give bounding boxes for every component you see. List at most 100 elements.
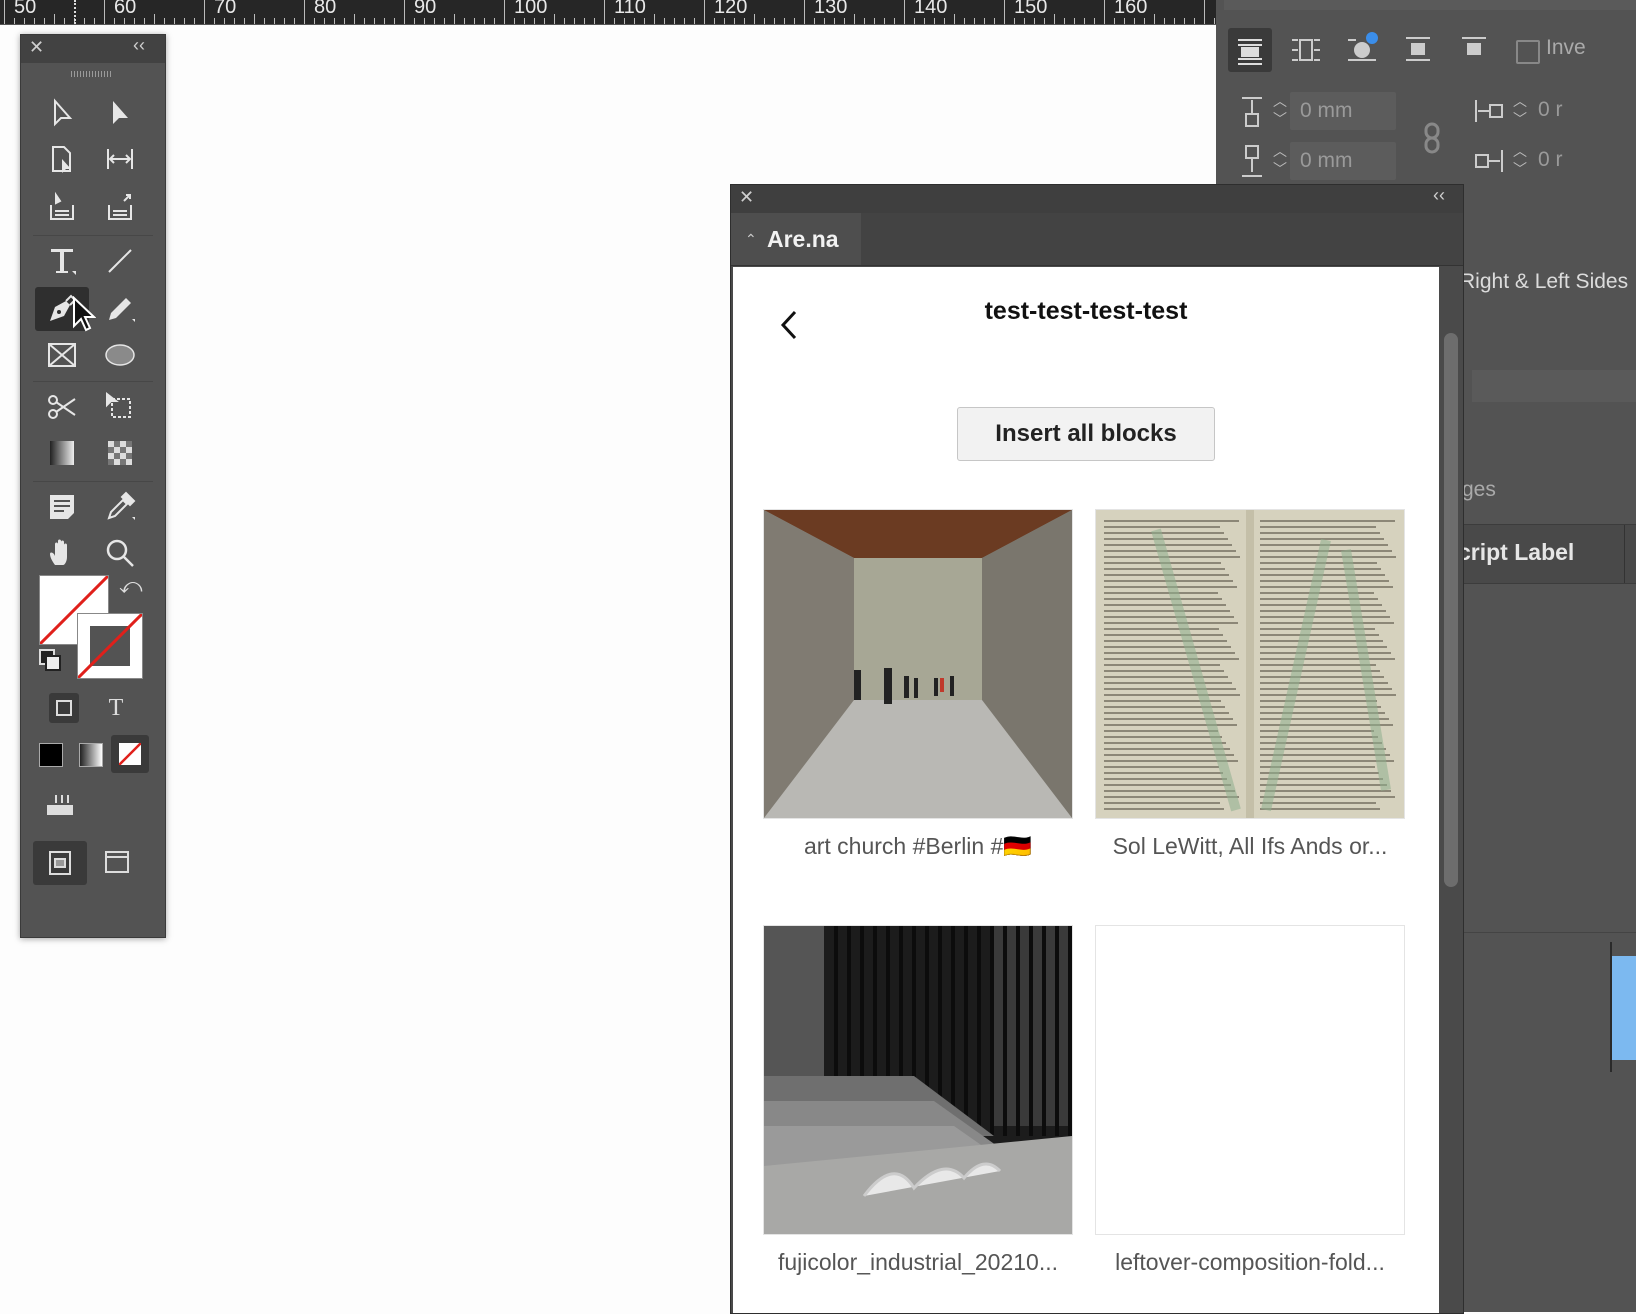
- top-offset-field[interactable]: 0 mm: [1290, 92, 1396, 130]
- tools-panel-header[interactable]: ✕ ‹‹: [21, 35, 165, 63]
- ruler-tick: [524, 18, 525, 24]
- arena-panel-header[interactable]: ✕ ‹‹: [731, 185, 1463, 213]
- no-wrap-button[interactable]: [1228, 28, 1272, 72]
- formatting-affects-container-icon[interactable]: [49, 693, 79, 723]
- swap-fill-stroke-icon[interactable]: ⤺: [119, 573, 143, 599]
- ruler-tick: [994, 18, 995, 24]
- note-tool-icon[interactable]: [35, 485, 89, 529]
- ruler-tick: [284, 18, 285, 24]
- ruler-label: 100: [514, 0, 548, 18]
- collapse-icon[interactable]: ‹‹: [1433, 185, 1445, 206]
- horizontal-ruler[interactable]: 50 60 70 80 90 100 110 120 130 140 150 1…: [0, 0, 1216, 25]
- ruler-tick: [614, 18, 615, 24]
- wrap-options-field[interactable]: [1472, 370, 1636, 402]
- gradient-swatch-tool-icon[interactable]: [35, 431, 89, 475]
- close-icon[interactable]: ✕: [739, 187, 754, 208]
- ruler-label: 50: [14, 0, 37, 18]
- ruler-tick: [1204, 0, 1205, 24]
- arena-scrollbar[interactable]: [1439, 267, 1463, 1313]
- ruler-tick: [844, 18, 845, 24]
- apply-gradient-icon[interactable]: [79, 743, 103, 767]
- offset-row: ︿ ﹀ 0 mm ︿ ﹀ 0 mm ︿ ﹀ 0 r ︿ ﹀ 0 r: [1224, 90, 1636, 180]
- channel-title: test-test-test-test: [984, 297, 1188, 325]
- ruler-tick: [1004, 0, 1005, 24]
- ruler-tick: [44, 18, 45, 24]
- ruler-tick: [354, 14, 355, 24]
- line-tool-icon[interactable]: [93, 239, 147, 283]
- tab-arena[interactable]: ⌃ Are.na: [731, 213, 861, 265]
- ruler-tick: [384, 18, 385, 24]
- bottom-offset-stepper[interactable]: ︿ ﹀: [1270, 142, 1290, 182]
- apply-none-button[interactable]: [111, 735, 149, 773]
- ruler-tick: [834, 18, 835, 24]
- pencil-tool-icon[interactable]: [93, 287, 147, 331]
- page-tool-icon[interactable]: [35, 137, 89, 181]
- hand-tool-icon[interactable]: [35, 531, 89, 575]
- apply-color-icon[interactable]: [39, 743, 63, 767]
- normal-screen-mode-button[interactable]: [33, 841, 87, 885]
- jump-object-button[interactable]: [1396, 28, 1440, 72]
- block-thumbnail[interactable]: [763, 925, 1073, 1235]
- right-offset-stepper[interactable]: ︿ ﹀: [1510, 142, 1530, 182]
- bottom-offset-icon: [1242, 145, 1262, 177]
- content-placer-tool-icon[interactable]: [93, 185, 147, 229]
- invert-label: Inve: [1546, 36, 1586, 59]
- ruler-tick: [214, 18, 215, 24]
- insert-all-blocks-button[interactable]: Insert all blocks: [957, 407, 1215, 461]
- type-tool-icon[interactable]: [35, 239, 89, 283]
- scrollbar-thumb[interactable]: [1444, 333, 1458, 887]
- direct-selection-tool-icon[interactable]: [93, 91, 147, 135]
- jump-next-column-button[interactable]: [1452, 28, 1496, 72]
- collapse-icon[interactable]: ‹‹: [133, 35, 145, 56]
- ruler-tick: [124, 18, 125, 24]
- wrap-type-row: Inve: [1224, 22, 1636, 98]
- block-thumbnail[interactable]: [1095, 509, 1405, 819]
- wrap-object-shape-button[interactable]: [1340, 28, 1384, 72]
- ruler-tick: [14, 18, 15, 24]
- ruler-tick: [804, 0, 805, 24]
- left-offset-stepper[interactable]: ︿ ﹀: [1510, 92, 1530, 132]
- selection-tool-icon[interactable]: [35, 91, 89, 135]
- default-fill-stroke-icon[interactable]: [39, 649, 61, 671]
- rectangle-frame-tool-icon[interactable]: [35, 333, 89, 377]
- ruler-tick: [454, 14, 455, 24]
- ruler-tick: [814, 18, 815, 24]
- ruler-tick: [494, 18, 495, 24]
- ruler-tick: [1134, 18, 1135, 24]
- link-icon[interactable]: [1418, 120, 1446, 156]
- eyedropper-tool-icon[interactable]: [93, 485, 147, 529]
- ruler-tick: [1094, 18, 1095, 24]
- ruler-tick: [1214, 18, 1215, 24]
- tab-menu-icon[interactable]: ⌃: [745, 213, 757, 265]
- ruler-tick: [84, 18, 85, 24]
- close-icon[interactable]: ✕: [29, 37, 44, 58]
- view-mode-icon[interactable]: [45, 791, 75, 819]
- wrap-to-dropdown[interactable]: Right & Left Sides: [1460, 270, 1628, 294]
- script-label-tab[interactable]: cript Label: [1448, 524, 1636, 584]
- ellipse-tool-icon[interactable]: [93, 333, 147, 377]
- scissors-tool-icon[interactable]: [35, 385, 89, 429]
- gap-tool-icon[interactable]: [93, 137, 147, 181]
- bottom-offset-field[interactable]: 0 mm: [1290, 142, 1396, 180]
- ruler-tick: [644, 18, 645, 24]
- wrap-bounding-box-button[interactable]: [1284, 28, 1328, 72]
- block-thumbnail[interactable]: [763, 509, 1073, 819]
- block-thumbnail[interactable]: [1095, 925, 1405, 1235]
- grip-handle[interactable]: [71, 71, 111, 77]
- ruler-tick: [434, 18, 435, 24]
- ruler-tick: [144, 18, 145, 24]
- invert-checkbox[interactable]: [1516, 40, 1540, 64]
- top-offset-stepper[interactable]: ︿ ﹀: [1270, 92, 1290, 132]
- zoom-tool-icon[interactable]: [93, 531, 147, 575]
- gradient-feather-tool-icon[interactable]: [93, 431, 147, 475]
- free-transform-tool-icon[interactable]: [93, 385, 147, 429]
- ruler-tick: [1054, 14, 1055, 24]
- ruler-tick: [784, 18, 785, 24]
- preview-mode-icon[interactable]: [105, 851, 131, 875]
- content-collector-tool-icon[interactable]: [35, 185, 89, 229]
- formatting-affects-text-icon[interactable]: T: [101, 693, 131, 723]
- right-offset-field[interactable]: 0 r: [1538, 148, 1563, 172]
- stroke-swatch[interactable]: [77, 613, 143, 679]
- ruler-tick: [444, 18, 445, 24]
- left-offset-field[interactable]: 0 r: [1538, 98, 1563, 122]
